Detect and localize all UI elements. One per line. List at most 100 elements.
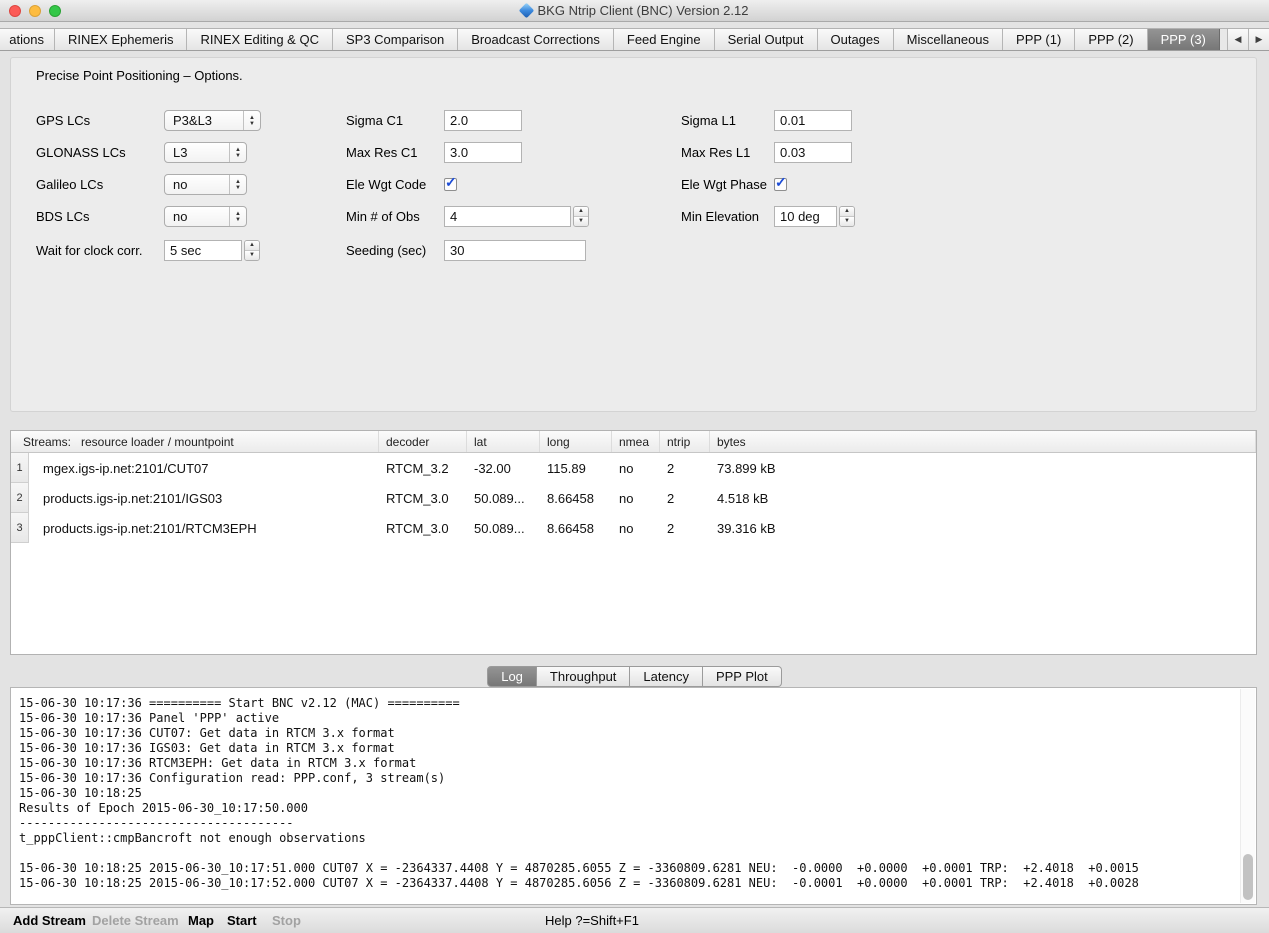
zoom-button[interactable] <box>49 5 61 17</box>
header-lat[interactable]: lat <box>467 431 540 452</box>
tab-feed-engine[interactable]: Feed Engine <box>614 29 715 50</box>
max-res-c1-label: Max Res C1 <box>346 142 418 163</box>
panel-title: Precise Point Positioning – Options. <box>36 68 243 83</box>
tab-scroll-right-button[interactable]: ▶ <box>1248 29 1269 50</box>
tab-miscellaneous[interactable]: Miscellaneous <box>894 29 1003 50</box>
sigma-l1-input[interactable] <box>774 110 852 131</box>
ele-wgt-code-label: Ele Wgt Code <box>346 174 426 195</box>
cell-bytes: 73.899 kB <box>710 453 1256 483</box>
map-button[interactable]: Map <box>188 913 214 928</box>
ele-wgt-phase-label: Ele Wgt Phase <box>681 174 767 195</box>
log-line: Results of Epoch 2015-06-30_10:17:50.000 <box>19 801 1256 816</box>
ele-wgt-code-checkbox[interactable]: ✓ <box>444 178 457 191</box>
help-shortcut-text: Help ?=Shift+F1 <box>545 913 639 928</box>
stream-row-3[interactable]: 3 products.igs-ip.net:2101/RTCM3EPH RTCM… <box>11 513 1256 543</box>
min-obs-spinbox: ▲▼ <box>444 206 589 227</box>
log-line: t_pppClient::cmpBancroft not enough obse… <box>19 831 1256 846</box>
tab-ppp-2[interactable]: PPP (2) <box>1075 29 1147 50</box>
min-elevation-spinbox: ▲▼ <box>774 206 855 227</box>
cell-mountpoint: products.igs-ip.net:2101/RTCM3EPH <box>29 513 379 543</box>
cell-ntrip: 2 <box>660 453 710 483</box>
sigma-c1-input[interactable] <box>444 110 522 131</box>
tab-rinex-ephemeris[interactable]: RINEX Ephemeris <box>55 29 187 50</box>
tab-log[interactable]: Log <box>487 666 537 687</box>
cell-bytes: 4.518 kB <box>710 483 1256 513</box>
log-line: 15-06-30 10:18:25 <box>19 786 1256 801</box>
delete-stream-button: Delete Stream <box>92 913 179 928</box>
seeding-label: Seeding (sec) <box>346 240 426 261</box>
bnc-app-icon <box>518 3 534 19</box>
max-res-c1-input[interactable] <box>444 142 522 163</box>
top-tab-bar: ations RINEX Ephemeris RINEX Editing & Q… <box>0 28 1269 51</box>
bds-lcs-select[interactable]: no ▲▼ <box>164 206 247 227</box>
wait-clock-stepper[interactable]: ▲▼ <box>244 240 260 261</box>
tab-ppp-3[interactable]: PPP (3) <box>1148 29 1220 50</box>
header-long[interactable]: long <box>540 431 612 452</box>
stream-row-2[interactable]: 2 products.igs-ip.net:2101/IGS03 RTCM_3.… <box>11 483 1256 513</box>
header-ntrip[interactable]: ntrip <box>660 431 710 452</box>
bottom-tab-bar: Log Throughput Latency PPP Plot <box>0 666 1269 687</box>
min-obs-stepper[interactable]: ▲▼ <box>573 206 589 227</box>
log-scrollbar[interactable] <box>1240 689 1255 903</box>
header-nmea[interactable]: nmea <box>612 431 660 452</box>
galileo-lcs-select[interactable]: no ▲▼ <box>164 174 247 195</box>
galileo-lcs-label: Galileo LCs <box>36 174 103 195</box>
minimize-button[interactable] <box>29 5 41 17</box>
cell-mountpoint: mgex.igs-ip.net:2101/CUT07 <box>29 453 379 483</box>
cell-nmea: no <box>612 513 660 543</box>
log-line: 15-06-30 10:17:36 RTCM3EPH: Get data in … <box>19 756 1256 771</box>
streams-header-row: Streams: resource loader / mountpoint de… <box>11 431 1256 453</box>
row-number: 2 <box>11 483 29 513</box>
check-icon: ✓ <box>775 174 787 191</box>
glonass-lcs-select[interactable]: L3 ▲▼ <box>164 142 247 163</box>
cell-lat: 50.089... <box>467 513 540 543</box>
title-bar[interactable]: BKG Ntrip Client (BNC) Version 2.12 <box>0 0 1269 22</box>
window-controls <box>9 5 61 17</box>
tab-rinex-observations[interactable]: ations <box>0 29 55 50</box>
log-line: 15-06-30 10:17:36 IGS03: Get data in RTC… <box>19 741 1256 756</box>
min-elevation-stepper[interactable]: ▲▼ <box>839 206 855 227</box>
cell-long: 115.89 <box>540 453 612 483</box>
tab-ppp-1[interactable]: PPP (1) <box>1003 29 1075 50</box>
log-output: 15-06-30 10:17:36 ========== Start BNC v… <box>11 688 1256 891</box>
close-button[interactable] <box>9 5 21 17</box>
log-line <box>19 846 1256 861</box>
combo-arrows-icon: ▲▼ <box>243 111 260 130</box>
ele-wgt-phase-checkbox[interactable]: ✓ <box>774 178 787 191</box>
tab-outages[interactable]: Outages <box>818 29 894 50</box>
max-res-l1-input[interactable] <box>774 142 852 163</box>
header-mountpoint[interactable]: Streams: resource loader / mountpoint <box>11 431 379 452</box>
cell-nmea: no <box>612 483 660 513</box>
wait-clock-spinbox: ▲▼ <box>164 240 260 261</box>
tab-serial-output[interactable]: Serial Output <box>715 29 818 50</box>
gps-lcs-select[interactable]: P3&L3 ▲▼ <box>164 110 261 131</box>
cell-mountpoint: products.igs-ip.net:2101/IGS03 <box>29 483 379 513</box>
log-scrollbar-thumb[interactable] <box>1243 854 1253 900</box>
seeding-input[interactable] <box>444 240 586 261</box>
tab-rinex-editing-qc[interactable]: RINEX Editing & QC <box>187 29 333 50</box>
stream-row-1[interactable]: 1 mgex.igs-ip.net:2101/CUT07 RTCM_3.2 -3… <box>11 453 1256 483</box>
cell-bytes: 39.316 kB <box>710 513 1256 543</box>
log-line: 15-06-30 10:18:25 2015-06-30_10:17:52.00… <box>19 876 1256 891</box>
log-line: 15-06-30 10:17:36 Configuration read: PP… <box>19 771 1256 786</box>
min-elevation-input[interactable] <box>774 206 837 227</box>
start-button[interactable]: Start <box>227 913 257 928</box>
tab-sp3-comparison[interactable]: SP3 Comparison <box>333 29 458 50</box>
wait-clock-input[interactable] <box>164 240 242 261</box>
min-obs-label: Min # of Obs <box>346 206 420 227</box>
header-bytes[interactable]: bytes <box>710 431 1256 452</box>
tab-latency[interactable]: Latency <box>630 666 703 687</box>
cell-long: 8.66458 <box>540 483 612 513</box>
tab-scroll-left-button[interactable]: ◀ <box>1227 29 1248 50</box>
add-stream-button[interactable]: Add Stream <box>13 913 86 928</box>
tab-throughput[interactable]: Throughput <box>537 666 631 687</box>
bottom-toolbar: Add Stream Delete Stream Map Start Stop … <box>0 907 1269 933</box>
header-decoder[interactable]: decoder <box>379 431 467 452</box>
wait-clock-label: Wait for clock corr. <box>36 240 142 261</box>
gps-lcs-label: GPS LCs <box>36 110 90 131</box>
log-line: 15-06-30 10:18:25 2015-06-30_10:17:51.00… <box>19 861 1256 876</box>
tab-broadcast-corrections[interactable]: Broadcast Corrections <box>458 29 614 50</box>
stop-button: Stop <box>272 913 301 928</box>
tab-ppp-plot[interactable]: PPP Plot <box>703 666 782 687</box>
min-obs-input[interactable] <box>444 206 571 227</box>
